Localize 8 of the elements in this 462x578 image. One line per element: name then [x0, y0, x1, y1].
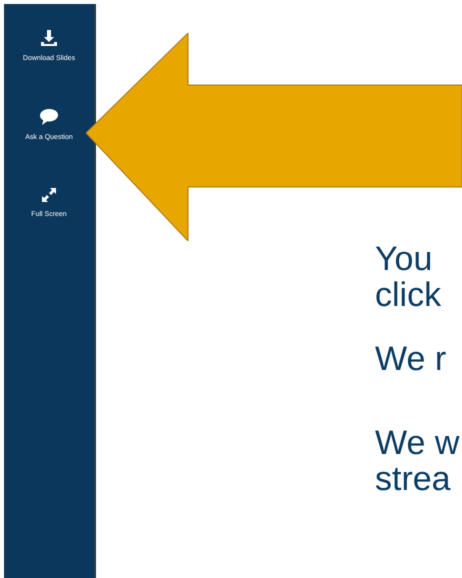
slide-text: click: [375, 277, 442, 313]
slide-text: We r: [375, 341, 448, 377]
slide-text: strea: [375, 461, 452, 497]
slide-text: We w: [375, 425, 460, 461]
speech-bubble-icon: [39, 108, 59, 126]
slide-text: You: [375, 241, 434, 277]
download-icon: [40, 29, 58, 47]
expand-arrows-icon: [41, 187, 57, 203]
